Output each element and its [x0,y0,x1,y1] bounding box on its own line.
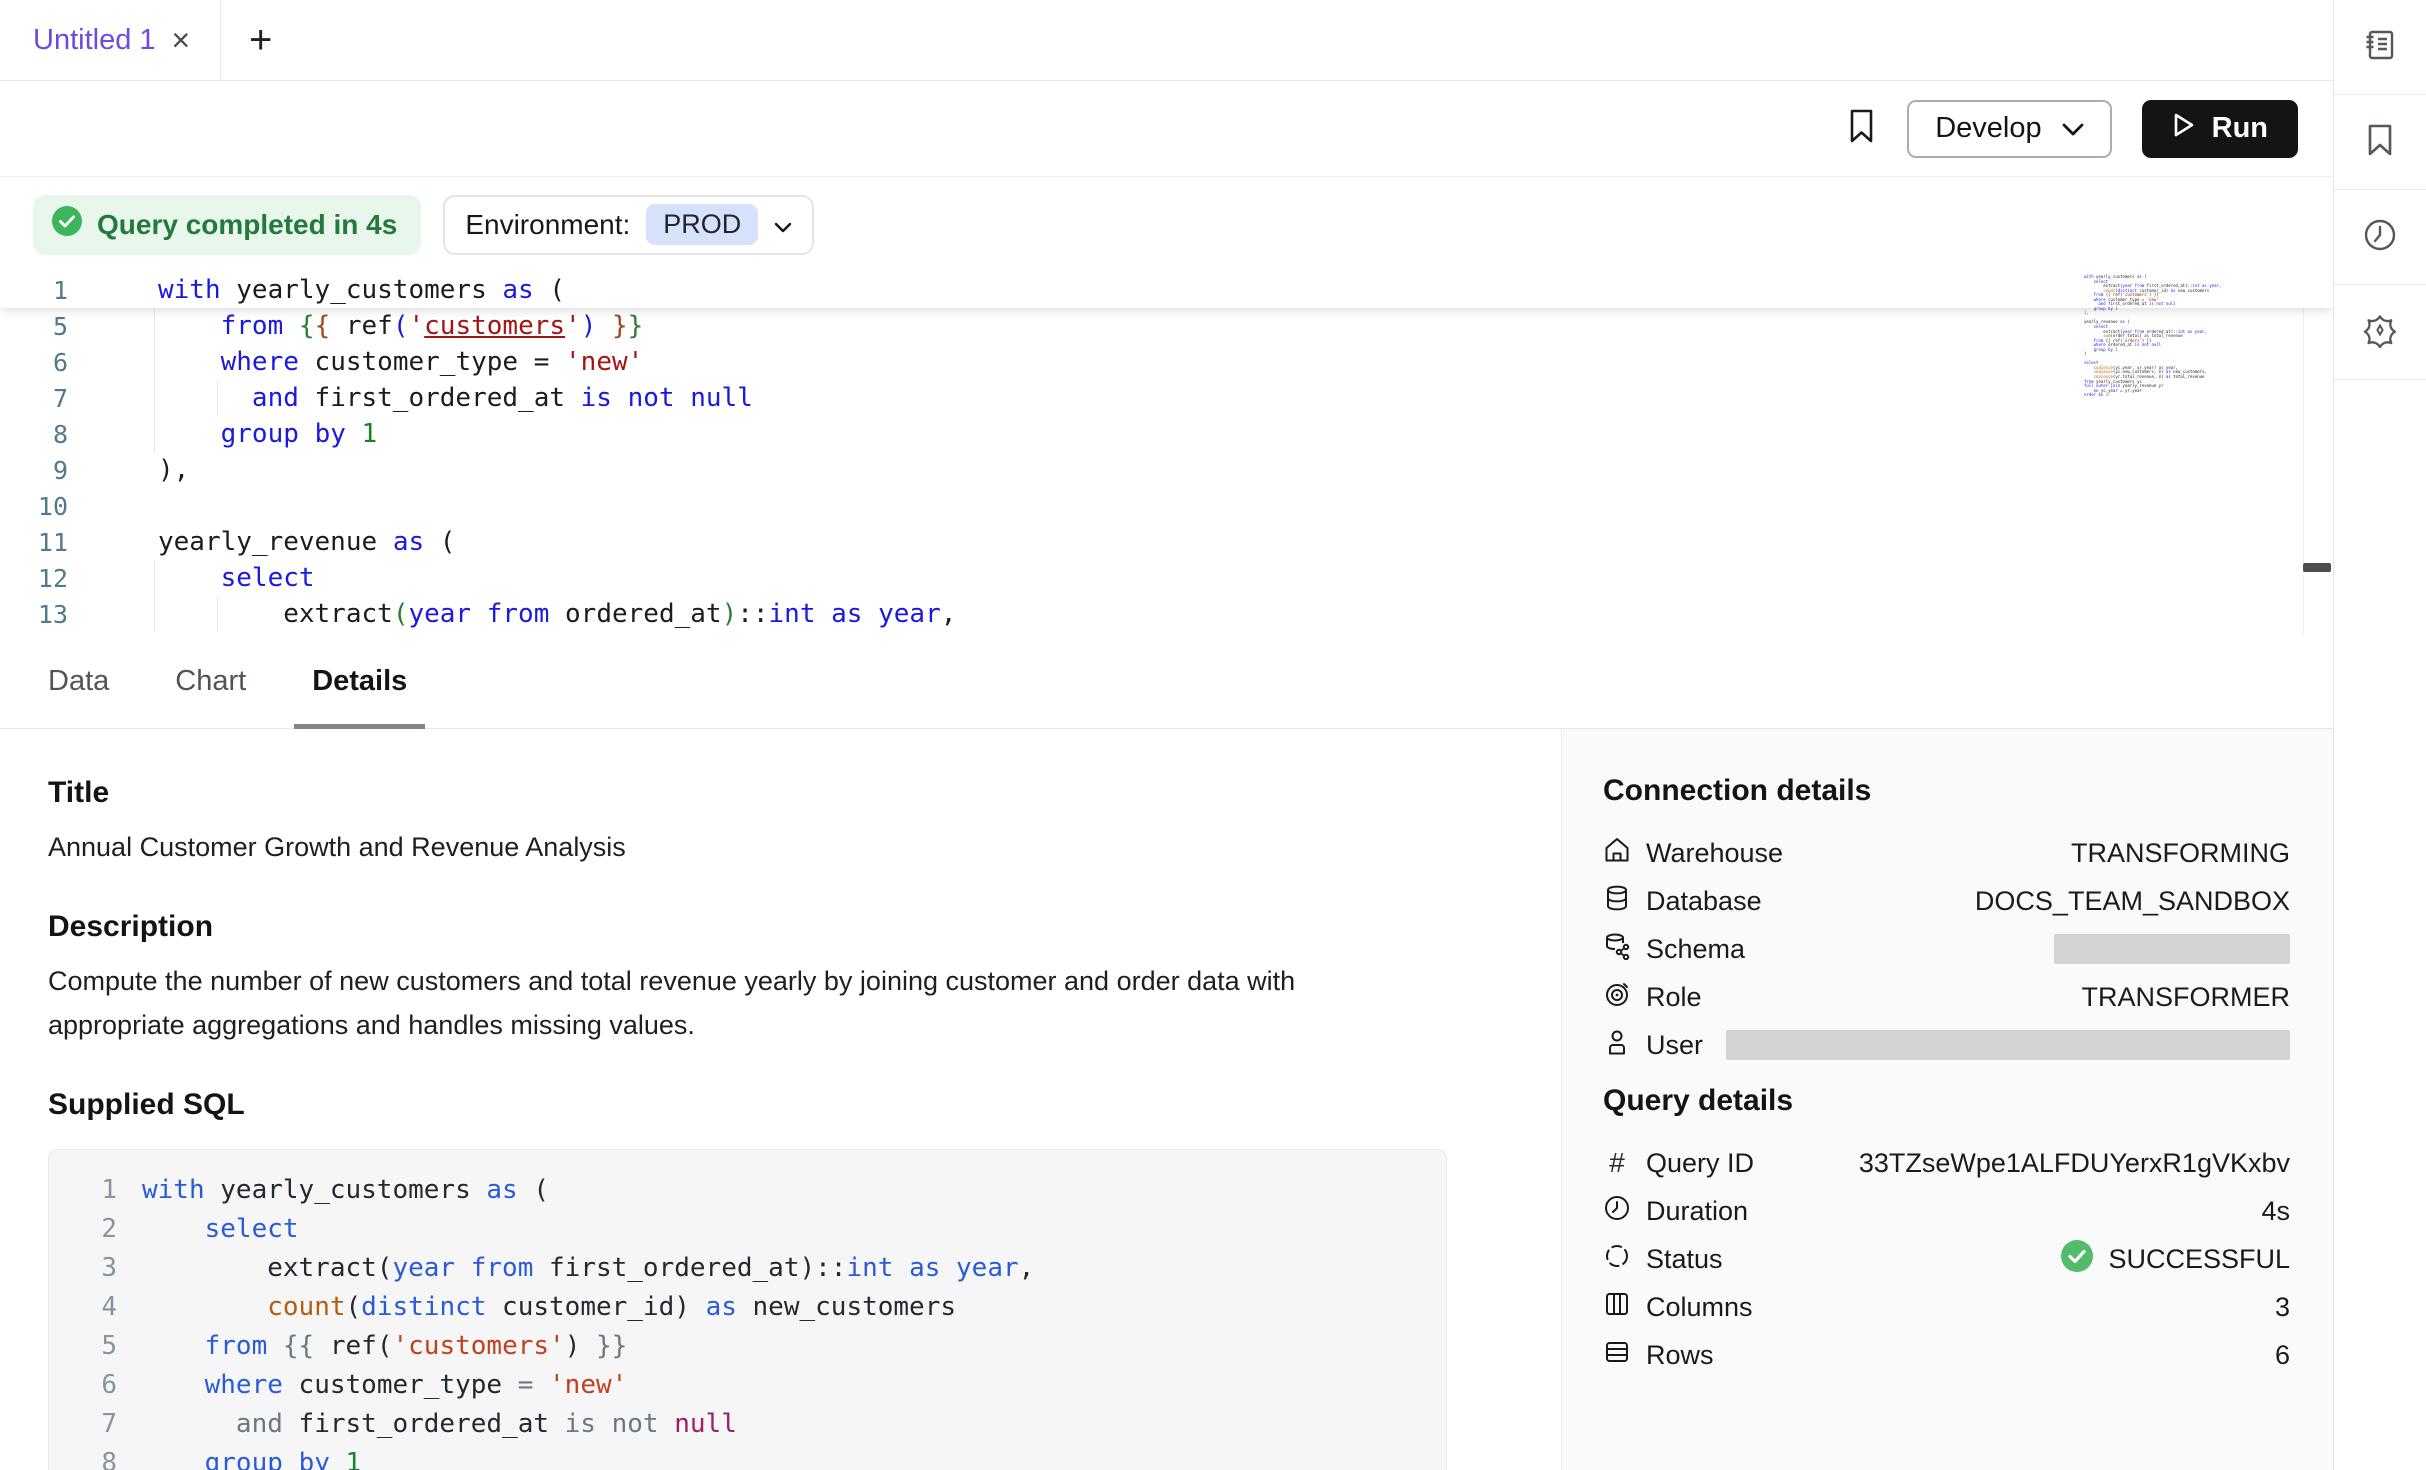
bookmark-button[interactable] [1846,108,1877,149]
develop-label: Develop [1935,112,2041,145]
main-column: Untitled 1 × + Develop Ru [0,0,2333,1470]
clock-icon [1603,1194,1631,1229]
row-label: Duration [1646,1196,1748,1227]
chevron-down-icon [774,209,792,241]
row-label: Schema [1646,934,1745,965]
tab-data[interactable]: Data [30,634,127,728]
copilot-panel-button[interactable] [2334,285,2426,380]
database-icon [1603,884,1631,919]
environment-selector[interactable]: Environment: PROD [443,195,814,255]
status-value: SUCCESSFUL [2059,1238,2290,1281]
query-status-pill: Query completed in 4s [33,195,421,255]
row-label: Columns [1646,1292,1753,1323]
tab-details[interactable]: Details [294,634,425,728]
bookmark-icon [2365,123,2395,162]
editor-scrollbar-track [2303,272,2332,634]
history-panel-button[interactable] [2334,190,2426,285]
results-tab-bar: Data Chart Details [0,634,2333,729]
toolbar: Develop Run [0,81,2333,177]
notebook-panel-button[interactable] [2334,0,2426,95]
query-row-columns: Columns 3 [1603,1283,2290,1331]
supplied-sql-code: 1with yearly_customers as (2 select3 ext… [48,1149,1447,1470]
tab-bar: Untitled 1 × + [0,0,2333,81]
supplied-sql-heading: Supplied SQL [48,1087,1501,1123]
row-label: Query ID [1646,1148,1754,1179]
row-label: Rows [1646,1340,1714,1371]
spinner-icon [1603,1242,1631,1277]
query-details-heading: Query details [1603,1083,2290,1119]
bookmarks-panel-button[interactable] [2334,95,2426,190]
run-button[interactable]: Run [2142,100,2298,158]
tab-label: Untitled 1 [33,24,156,57]
query-details-rows: # Query ID 33TZseWpe1ALFDUYerxR1gVKxbv D… [1603,1139,2290,1379]
chevron-down-icon [2062,112,2084,145]
connection-details-heading: Connection details [1603,773,2290,809]
redacted-value [1726,1030,2290,1060]
query-status-text: Query completed in 4s [97,209,397,241]
role-icon [1603,980,1631,1015]
bookmark-icon [1846,108,1877,149]
row-label: Status [1646,1244,1723,1275]
develop-dropdown[interactable]: Develop [1907,100,2111,158]
details-pane: Title Annual Customer Growth and Revenue… [0,729,2333,1470]
connection-row-warehouse: Warehouse TRANSFORMING [1603,829,2290,877]
connection-row-database: Database DOCS_TEAM_SANDBOX [1603,877,2290,925]
status-text: SUCCESSFUL [2108,1244,2290,1275]
hash-icon: # [1603,1147,1631,1179]
sql-editor[interactable]: 1with yearly_customers as (5 from {{ ref… [0,272,2333,634]
check-circle-icon [2059,1238,2095,1281]
query-row-rows: Rows 6 [1603,1331,2290,1379]
editor-minimap[interactable]: with yearly_customers as ( select extrac… [2084,274,2230,396]
connection-row-user: User [1603,1021,2290,1069]
row-label: Role [1646,982,1702,1013]
query-row-id: # Query ID 33TZseWpe1ALFDUYerxR1gVKxbv [1603,1139,2290,1187]
schema-icon [1603,932,1631,967]
status-bar: Query completed in 4s Environment: PROD [0,177,2333,272]
environment-label: Environment: [465,209,630,241]
new-tab-button[interactable]: + [221,0,272,80]
check-circle-icon [51,205,83,244]
play-icon [2172,112,2196,146]
editor-scrollbar-thumb[interactable] [2303,563,2331,572]
user-icon [1603,1028,1631,1063]
connection-row-schema: Schema [1603,925,2290,973]
details-right-column: Connection details Warehouse TRANSFORMIN… [1561,729,2333,1470]
query-row-duration: Duration 4s [1603,1187,2290,1235]
row-label: Database [1646,886,1762,917]
row-value: TRANSFORMER [2082,982,2291,1013]
description-heading: Description [48,909,1501,945]
close-icon[interactable]: × [172,24,191,56]
row-label: User [1646,1030,1703,1061]
editor-code-lines: 1with yearly_customers as (5 from {{ ref… [0,272,2333,632]
title-value: Annual Customer Growth and Revenue Analy… [48,825,1418,869]
connection-details-rows: Warehouse TRANSFORMING Database DOCS_TEA… [1603,829,2290,1069]
app-root: Untitled 1 × + Develop Ru [0,0,2426,1470]
row-value: DOCS_TEAM_SANDBOX [1975,886,2290,917]
row-value: TRANSFORMING [2071,838,2290,869]
details-left-column: Title Annual Customer Growth and Revenue… [0,729,1561,1470]
description-value: Compute the number of new customers and … [48,959,1418,1047]
redacted-value [2054,934,2290,964]
rows-icon [1603,1338,1631,1373]
row-value: 4s [2261,1196,2290,1227]
row-value: 33TZseWpe1ALFDUYerxR1gVKxbv [1859,1148,2290,1179]
title-heading: Title [48,775,1501,811]
query-row-status: Status SUCCESSFUL [1603,1235,2290,1283]
tab-untitled-1[interactable]: Untitled 1 × [0,0,221,80]
warehouse-icon [1603,836,1631,871]
notebook-icon [2362,27,2398,68]
copilot-sparkle-icon [2361,311,2399,354]
tab-chart[interactable]: Chart [157,634,264,728]
right-icon-rail [2333,0,2426,1470]
connection-row-role: Role TRANSFORMER [1603,973,2290,1021]
row-label: Warehouse [1646,838,1783,869]
history-clock-icon [2362,217,2398,258]
columns-icon [1603,1290,1631,1325]
run-label: Run [2212,112,2268,145]
row-value: 3 [2275,1292,2290,1323]
environment-value-chip: PROD [646,204,758,245]
row-value: 6 [2275,1340,2290,1371]
